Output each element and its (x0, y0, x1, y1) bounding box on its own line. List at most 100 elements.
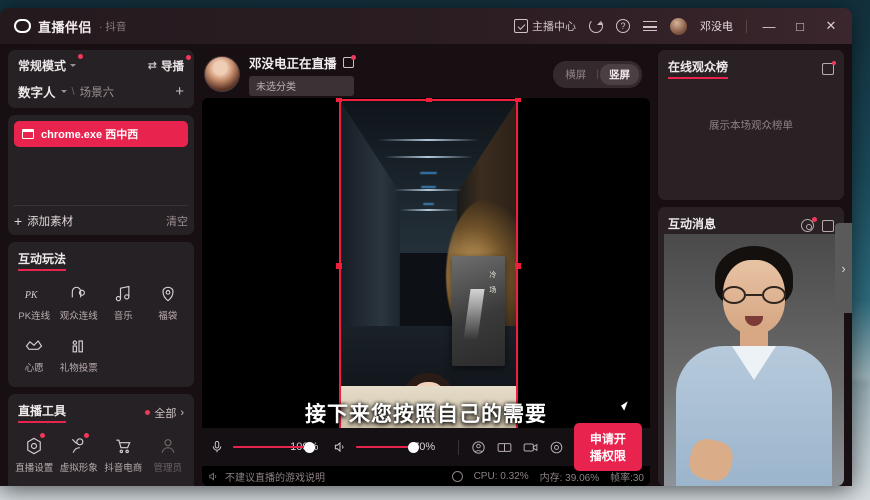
director-label: 导播 (161, 60, 184, 73)
list-item[interactable]: chrome.exe 西中西 (14, 121, 188, 147)
add-source-button[interactable]: + 添加素材 (14, 213, 73, 229)
chevron-right-icon: › (180, 406, 184, 419)
play-item-gift-vote[interactable]: 礼物投票 (57, 331, 102, 379)
director-button[interactable]: ⇄ 导播 (148, 54, 191, 74)
audience-rank-card: 在线观众榜 展示本场观众榜单 (658, 50, 844, 200)
menu-icon[interactable] (643, 21, 657, 31)
status-cpu: CPU: 0.32% (473, 470, 529, 482)
gear-badge-dot (812, 217, 817, 222)
presenter-glasses-icon (722, 286, 786, 304)
collapse-panel-handle[interactable]: › (835, 223, 852, 313)
streamer-status-label: 邓没电正在直播 (249, 56, 337, 71)
network-status (451, 470, 463, 482)
scene-separator: \ (71, 85, 75, 98)
microphone-icon[interactable] (210, 440, 224, 454)
tool-item-mini-program[interactable]: 小程序 (101, 483, 146, 486)
admin-user-icon (158, 436, 178, 456)
help-icon[interactable]: ? (616, 19, 630, 33)
resize-handle-top-left[interactable] (336, 98, 342, 102)
music-icon (113, 284, 133, 304)
shop-cart-icon (113, 436, 133, 456)
status-memory: 内存: 39.06% (539, 472, 600, 484)
preview-canvas[interactable]: 冷 场 接下来您按照自己的需要 70% 申请开播权限 不建议直播的游戏说明 CP… (202, 98, 650, 486)
tool-item-live-settings[interactable]: 直播设置 (12, 431, 57, 479)
tool-item-shop[interactable]: 抖音电商 (101, 431, 146, 479)
beauty-icon[interactable] (470, 439, 487, 456)
source-selection-frame[interactable]: 冷 场 (336, 98, 521, 436)
svg-text:PK: PK (24, 290, 39, 301)
play-item-lucky-bag[interactable]: 福袋 (146, 279, 191, 327)
speaker-icon[interactable] (333, 440, 347, 454)
apply-stream-permission-button[interactable]: 申请开播权限 (573, 423, 643, 471)
mic-slider-fill (233, 446, 315, 448)
play-item-audience-link[interactable]: 观众连线 (57, 279, 102, 327)
popout-badge-dot (832, 60, 836, 65)
resize-handle-middle-right[interactable] (515, 263, 521, 269)
status-notice[interactable]: 不建议直播的游戏说明 (225, 469, 325, 484)
tools-all-button[interactable]: 全部 › (145, 405, 184, 421)
clear-source-button[interactable]: 清空 (166, 213, 188, 229)
refresh-icon[interactable] (589, 19, 603, 33)
interactive-play-card: 互动玩法 PK PK连线 观众连线 音乐 福袋 心愿 礼物投票 (8, 242, 194, 387)
director-badge-dot (186, 54, 191, 60)
camera-icon[interactable] (522, 439, 539, 456)
gift-vote-icon (69, 336, 89, 356)
scene-chevron-down-icon[interactable] (60, 90, 67, 96)
resize-handle-top-right[interactable] (515, 98, 521, 102)
settings-icon[interactable] (548, 439, 565, 456)
play-item-music[interactable]: 音乐 (101, 279, 146, 327)
popout-icon[interactable] (822, 219, 834, 232)
mode-selector[interactable]: 常规模式 (18, 54, 84, 74)
tools-all-label: 全部 (154, 407, 177, 420)
minimize-button[interactable]: — (760, 19, 778, 34)
popout-icon[interactable] (822, 60, 836, 75)
play-item-wish[interactable]: 心愿 (12, 331, 57, 379)
username-label: 邓没电 (700, 21, 733, 33)
tool-item-label: 管理员 (153, 463, 182, 474)
audience-empty-text: 展示本场观众榜单 (709, 119, 793, 132)
tool-item-label: 抖音电商 (104, 463, 143, 474)
status-metrics: CPU: 0.32% 内存: 39.06% 帧率:30 (451, 469, 644, 484)
streamer-avatar[interactable] (204, 56, 240, 92)
split-screen-icon[interactable] (496, 439, 513, 456)
glasses-lens-right (762, 286, 786, 304)
titlebar-divider (746, 19, 747, 33)
title-bar: 直播伴侣 · 抖音 主播中心 ? 邓没电 — □ ✕ (0, 8, 852, 44)
play-item-pk[interactable]: PK PK连线 (12, 279, 57, 327)
edit-external-icon[interactable] (342, 54, 356, 68)
add-scene-button[interactable]: + (175, 84, 184, 99)
tool-item-mini-game[interactable]: 小玩法 (146, 483, 191, 486)
anchor-center-button[interactable]: 主播中心 (514, 18, 576, 34)
maximize-button[interactable]: □ (791, 19, 809, 34)
app-title: 直播伴侣 (38, 19, 93, 35)
scene-group-label[interactable]: 数字人 (18, 82, 56, 101)
glasses-lens-left (722, 286, 746, 304)
orientation-landscape[interactable]: 横屏 (556, 64, 595, 85)
tool-item-admin[interactable]: 管理员 (146, 431, 191, 479)
mic-volume-slider[interactable] (233, 440, 315, 454)
center-panel: 邓没电正在直播 未选分类 横屏 | 竖屏 冷 场 接下来您按照自己的需要 70%… (202, 50, 650, 486)
scene-name-label[interactable]: 场景六 (80, 84, 115, 100)
play-item-label: 观众连线 (59, 311, 98, 322)
play-item-label: 福袋 (158, 311, 178, 322)
lucky-bag-icon (158, 284, 178, 304)
gear-icon[interactable] (801, 217, 817, 232)
speaker-slider-knob[interactable] (407, 441, 419, 453)
tool-item-green-screen[interactable]: 绿幕大屏 (57, 483, 102, 486)
avatar[interactable] (670, 17, 687, 35)
preview-control-bar: 100% 70% (202, 423, 650, 471)
orientation-portrait[interactable]: 竖屏 (600, 63, 639, 85)
close-button[interactable]: ✕ (822, 18, 840, 34)
mic-slider-knob[interactable] (304, 441, 315, 453)
window-capture-icon (21, 128, 35, 139)
speaker-volume-slider[interactable] (356, 440, 419, 454)
tool-item-avatar[interactable]: 虚拟形象 (57, 431, 102, 479)
tool-item-star-task[interactable]: 星图任务 (12, 483, 57, 486)
live-settings-icon (24, 436, 44, 456)
streamer-title-row: 邓没电正在直播 (249, 53, 356, 72)
resize-handle-middle-left[interactable] (336, 263, 342, 269)
category-tag[interactable]: 未选分类 (249, 75, 354, 96)
messages-card-title: 互动消息 (668, 215, 717, 236)
resize-handle-top-center[interactable] (425, 98, 432, 102)
titlebar-actions: 主播中心 ? 邓没电 — □ ✕ (514, 17, 852, 35)
